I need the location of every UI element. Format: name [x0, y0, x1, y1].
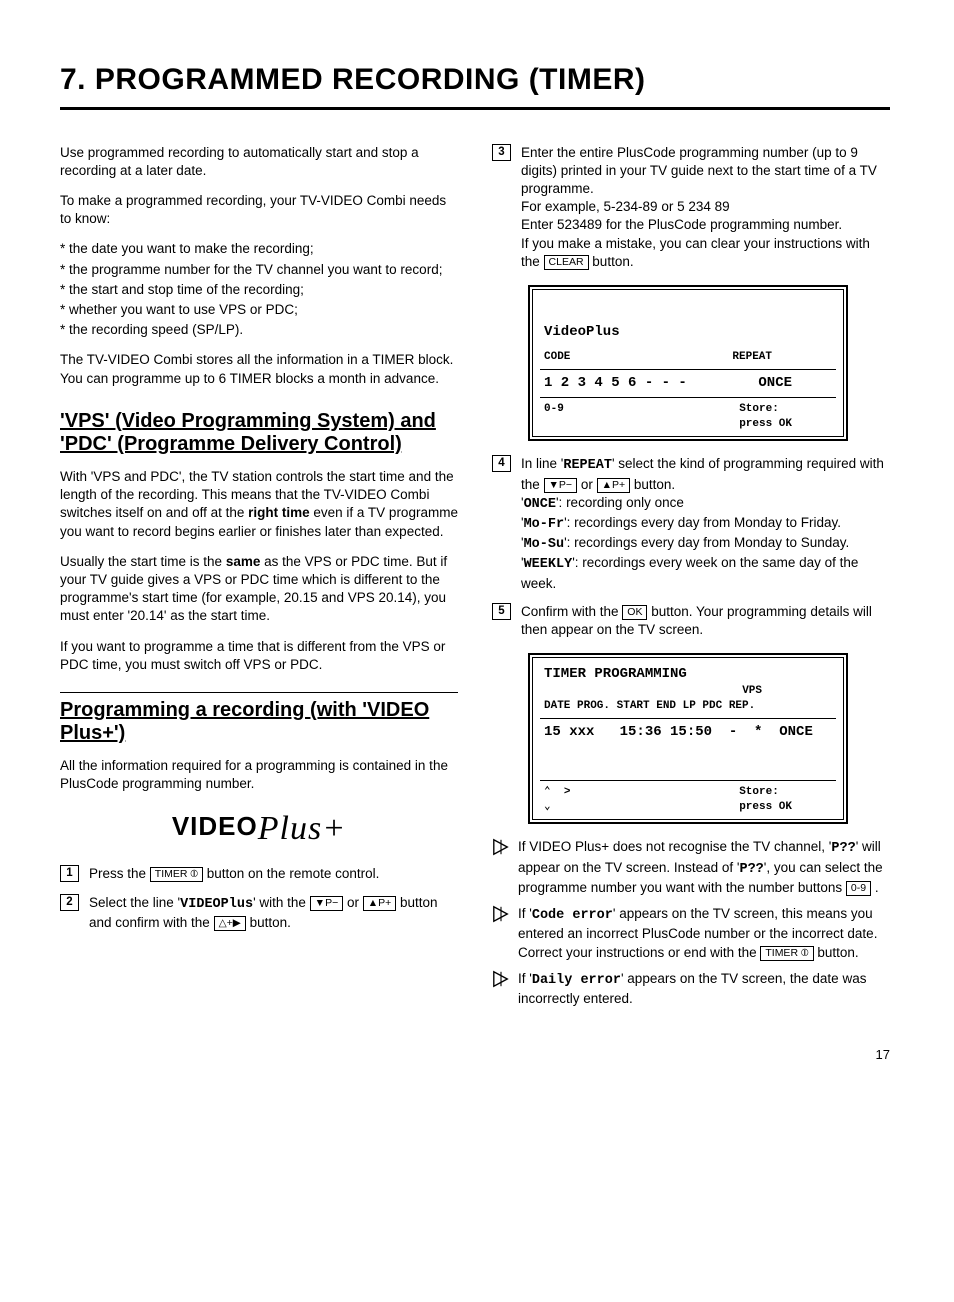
step-1: 1 Press the TIMER ⦶ button on the remote… [60, 865, 458, 883]
right-column: 3 Enter the entire PlusCode programming … [492, 144, 890, 1017]
clear-button-icon: CLEAR [544, 255, 589, 270]
timer-button-icon: TIMER ⦶ [760, 946, 813, 961]
play-button-icon: △+▶ [214, 916, 246, 931]
bullet: * the date you want to make the recordin… [60, 240, 458, 258]
step-number: 1 [60, 865, 79, 882]
paragraph: Usually the start time is the same as th… [60, 553, 458, 626]
digits-button-icon: 0-9 [846, 881, 871, 896]
tip-arrow-icon [492, 905, 510, 923]
paragraph: Use programmed recording to automaticall… [60, 144, 458, 180]
ok-button-icon: OK [622, 605, 647, 620]
timer-button-icon: TIMER ⦶ [150, 867, 203, 882]
tip-arrow-icon [492, 970, 510, 988]
tip-1: If VIDEO Plus+ does not recognise the TV… [492, 838, 890, 897]
paragraph: With 'VPS and PDC', the TV station contr… [60, 468, 458, 541]
step-3: 3 Enter the entire PlusCode programming … [492, 144, 890, 272]
step-number: 3 [492, 144, 511, 161]
paragraph: If you want to programme a time that is … [60, 638, 458, 674]
bullet: * the programme number for the TV channe… [60, 261, 458, 279]
page-number: 17 [60, 1046, 890, 1064]
p-plus-button-icon: ▲P+ [597, 478, 631, 493]
step-number: 5 [492, 603, 511, 620]
subheading-vps: 'VPS' (Video Programming System) and 'PD… [60, 410, 458, 456]
step-2: 2 Select the line 'VIDEOPlus' with the ▼… [60, 894, 458, 932]
screen-videoplus: VideoPlus CODEREPEAT 1 2 3 4 5 6 - - -ON… [528, 285, 848, 441]
paragraph: The TV-VIDEO Combi stores all the inform… [60, 351, 458, 387]
p-plus-button-icon: ▲P+ [363, 896, 397, 911]
step-number: 2 [60, 894, 79, 911]
left-column: Use programmed recording to automaticall… [60, 144, 458, 1017]
bullet: * the start and stop time of the recordi… [60, 281, 458, 299]
tip-arrow-icon [492, 838, 510, 856]
subheading-programming: Programming a recording (with 'VIDEO Plu… [60, 699, 458, 745]
bullet: * the recording speed (SP/LP). [60, 321, 458, 339]
chapter-title: 7. PROGRAMMED RECORDING (TIMER) [60, 60, 890, 110]
paragraph: To make a programmed recording, your TV-… [60, 192, 458, 228]
p-minus-button-icon: ▼P− [310, 896, 344, 911]
step-5: 5 Confirm with the OK button. Your progr… [492, 603, 890, 639]
tip-2: If 'Code error' appears on the TV screen… [492, 905, 890, 962]
step-number: 4 [492, 455, 511, 472]
screen-timer-programming: TIMER PROGRAMMING VPS DATE PROG. START E… [528, 653, 848, 824]
step-4: 4 In line 'REPEAT' select the kind of pr… [492, 455, 890, 593]
tip-3: If 'Daily error' appears on the TV scree… [492, 970, 890, 1008]
videoplus-logo: VIDEOPlus+ [60, 806, 458, 852]
paragraph: All the information required for a progr… [60, 757, 458, 793]
p-minus-button-icon: ▼P− [544, 478, 578, 493]
bullet: * whether you want to use VPS or PDC; [60, 301, 458, 319]
